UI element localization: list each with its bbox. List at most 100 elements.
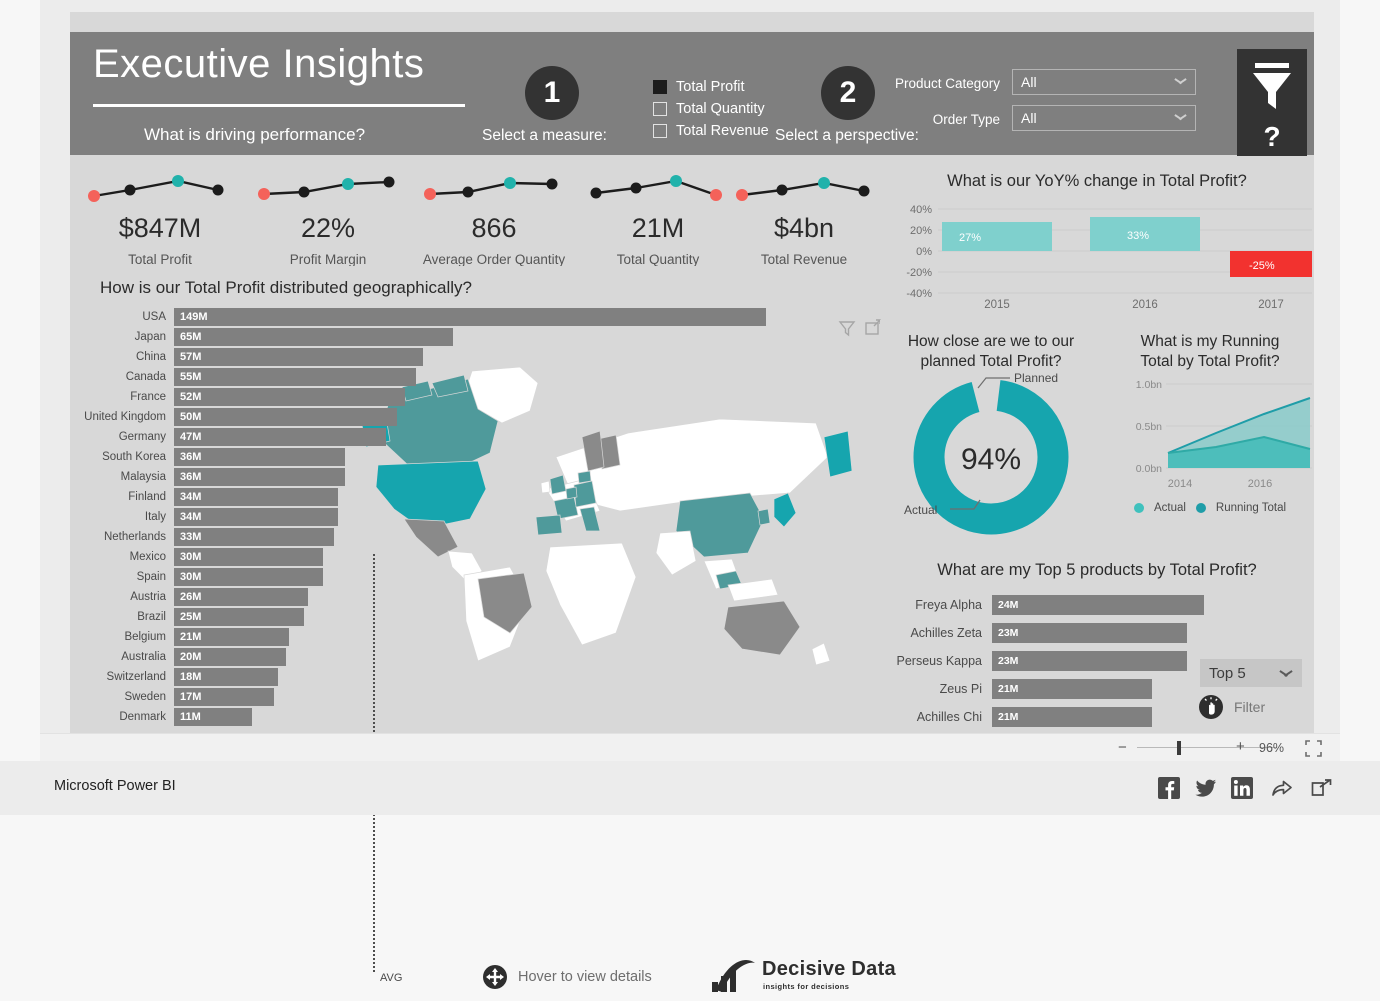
geo-bar-row[interactable]: USA 149M xyxy=(74,308,774,328)
kpi-caption-average-order-quantity: Average Order Quantity xyxy=(422,252,566,267)
top5-bar[interactable] xyxy=(992,623,1187,643)
yoy-xtick-2017: 2017 xyxy=(1258,299,1284,310)
geo-bar-row[interactable]: Switzerland 18M xyxy=(74,668,774,688)
geo-bar-category: Brazil xyxy=(137,611,166,623)
slicer-product-category[interactable]: All xyxy=(1012,69,1196,95)
geo-bar[interactable] xyxy=(174,388,405,406)
filter-help-button[interactable]: ? xyxy=(1237,49,1307,159)
yoy-ytick-0: 0% xyxy=(916,246,932,258)
kpi-value-total-profit: $847M xyxy=(118,213,202,243)
chevron-down-icon-product-category[interactable] xyxy=(1175,78,1186,85)
kpi-card-profit-margin[interactable]: 22% Profit Margin xyxy=(244,162,412,272)
linkedin-icon[interactable] xyxy=(1231,777,1253,799)
hover-to-view-details-hint: Hover to view details xyxy=(482,964,652,990)
geo-bar-row[interactable]: Spain 30M xyxy=(74,568,774,588)
chevron-down-icon-order-type[interactable] xyxy=(1175,114,1186,121)
geo-bar-row[interactable]: United Kingdom 50M xyxy=(74,408,774,428)
geo-bar-value-label: 57M xyxy=(180,350,202,363)
running-total-area-chart[interactable]: 1.0bn 0.5bn 0.0bn 2014 2016 xyxy=(1106,376,1314,494)
slicer-order-type[interactable]: All xyxy=(1012,105,1196,131)
open-in-new-window-icon[interactable] xyxy=(1311,777,1333,799)
zoom-slider-thumb[interactable] xyxy=(1177,741,1181,755)
geo-bar-row[interactable]: Australia 20M xyxy=(74,648,774,668)
measure-option-total-revenue[interactable]: Total Revenue xyxy=(653,120,769,141)
sparkline-total-profit xyxy=(88,175,224,202)
top5-bar-row[interactable]: Freya Alpha 24M xyxy=(890,595,1310,616)
step-1-label: Select a measure: xyxy=(482,127,607,144)
kpi-value-profit-margin: 22% xyxy=(300,213,356,243)
yoy-visual[interactable]: What is our YoY% change in Total Profit?… xyxy=(880,156,1314,315)
top5-count-slicer[interactable]: Top 5 xyxy=(1200,659,1302,687)
geo-bar[interactable] xyxy=(174,408,398,426)
sparkline-total-quantity xyxy=(590,175,722,201)
geo-bar-category: South Korea xyxy=(102,451,166,463)
running-total-visual[interactable]: What is my Running Total by Total Profit… xyxy=(1106,320,1314,542)
geo-bar-row[interactable]: Brazil 25M xyxy=(74,608,774,628)
geo-bar-row[interactable]: Netherlands 33M xyxy=(74,528,774,548)
geo-bar-row[interactable]: Mexico 30M xyxy=(74,548,774,568)
legend-label-actual: Actual xyxy=(1153,502,1186,514)
donut-center-value: 94% xyxy=(961,443,1021,476)
measure-checkbox-group[interactable]: Total Profit Total Quantity Total Revenu… xyxy=(653,76,769,142)
chevron-down-icon-top5[interactable] xyxy=(1280,670,1292,677)
top5-bar[interactable] xyxy=(992,651,1187,671)
geo-bar-row[interactable]: Japan 65M xyxy=(74,328,774,348)
facebook-icon[interactable] xyxy=(1158,777,1180,799)
share-icon[interactable] xyxy=(1271,777,1293,799)
geo-bar-category: Mexico xyxy=(129,551,166,563)
step-1-badge: 1 xyxy=(525,66,579,120)
kpi-card-total-quantity[interactable]: 21M Total Quantity xyxy=(574,162,742,272)
top5-bar-row[interactable]: Achilles Zeta 23M xyxy=(890,623,1310,644)
twitter-icon[interactable] xyxy=(1195,777,1217,799)
donut-actual-label: Actual xyxy=(904,503,937,517)
geo-bar-row[interactable]: Austria 26M xyxy=(74,588,774,608)
geo-bar[interactable] xyxy=(174,308,766,326)
slicer-value-product-category: All xyxy=(1021,74,1037,90)
filter-icon-geo-visual[interactable] xyxy=(837,318,857,338)
geo-bar-row[interactable]: Germany 47M xyxy=(74,428,774,448)
top5-bar[interactable] xyxy=(992,595,1204,615)
checkbox-icon-total-profit[interactable] xyxy=(653,79,667,94)
geo-bar-category: Malaysia xyxy=(120,471,166,483)
geo-bar-row[interactable]: South Korea 36M xyxy=(74,448,774,468)
fit-to-screen-icon[interactable] xyxy=(1305,740,1322,757)
geo-bar[interactable] xyxy=(174,428,387,446)
geo-distribution-visual[interactable]: How is our Total Profit distributed geog… xyxy=(70,266,896,992)
sparkline-average-order-quantity xyxy=(424,177,558,200)
geo-bar[interactable] xyxy=(174,328,454,346)
geo-bar-row[interactable]: France 52M xyxy=(74,388,774,408)
measure-option-total-profit[interactable]: Total Profit xyxy=(653,76,769,97)
zoom-out-button[interactable]: − xyxy=(1118,739,1127,756)
slicer-label-order-type: Order Type xyxy=(932,112,1000,127)
geo-bar-row[interactable]: Malaysia 36M xyxy=(74,468,774,488)
move-crosshair-icon xyxy=(483,965,507,989)
geo-bar-row[interactable]: China 57M xyxy=(74,348,774,368)
measure-option-total-quantity[interactable]: Total Quantity xyxy=(653,98,769,119)
kpi-card-total-revenue[interactable]: $4bn Total Revenue xyxy=(720,162,888,272)
geo-bar-row[interactable]: Belgium 21M xyxy=(74,628,774,648)
zoom-in-button[interactable]: + xyxy=(1236,738,1245,755)
geo-bar-row[interactable]: Denmark 11M xyxy=(74,708,774,728)
yoy-bar-chart[interactable]: 40% 20% 0% -20% -40% 27% 33% -25% 2015 2… xyxy=(880,200,1314,310)
zoom-toolbar[interactable]: − + 96% xyxy=(40,733,1340,762)
sparkline-profit-margin xyxy=(258,176,395,200)
geo-bar-value-label: 36M xyxy=(180,450,202,463)
kpi-card-total-profit[interactable]: $847M Total Profit xyxy=(76,162,244,272)
planned-profit-donut-visual[interactable]: How close are we to our planned Total Pr… xyxy=(880,320,1102,542)
geo-bar-value-label: 149M xyxy=(180,310,208,323)
geo-bar-row[interactable]: Sweden 17M xyxy=(74,688,774,708)
kpi-caption-total-profit: Total Profit xyxy=(128,252,192,267)
checkbox-icon-total-quantity[interactable] xyxy=(653,101,667,116)
geo-bar-row[interactable]: Canada 55M xyxy=(74,368,774,388)
zoom-slider-track[interactable] xyxy=(1137,747,1277,748)
geo-bar-category: Switzerland xyxy=(106,671,166,683)
checkbox-icon-total-revenue[interactable] xyxy=(653,123,667,138)
decisive-data-wordmark: Decisive Data xyxy=(762,958,896,980)
geo-bar-row[interactable]: Italy 34M xyxy=(74,508,774,528)
geo-bar[interactable] xyxy=(174,368,416,386)
measure-label-total-quantity: Total Quantity xyxy=(676,100,765,117)
kpi-card-average-order-quantity[interactable]: 866 Average Order Quantity xyxy=(410,162,578,272)
geo-bar[interactable] xyxy=(174,348,424,366)
geo-bar-category: Japan xyxy=(134,331,166,343)
geo-bar-row[interactable]: Finland 34M xyxy=(74,488,774,508)
